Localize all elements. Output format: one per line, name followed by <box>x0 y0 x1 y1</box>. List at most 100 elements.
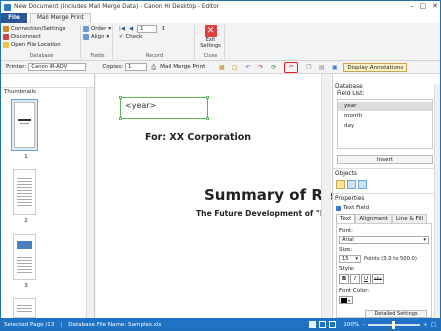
connection-icon <box>3 26 9 32</box>
image-tool-icon[interactable]: □ <box>231 64 238 71</box>
font-color-label: Font Color: <box>339 288 370 294</box>
document-scrollbar[interactable] <box>321 74 331 318</box>
fields-caption: Fields <box>90 53 105 59</box>
close-icon[interactable]: ✕ <box>432 2 438 10</box>
minimize-icon[interactable]: – <box>410 2 414 10</box>
tab-mail-merge-print[interactable]: Mail Merge Print <box>30 13 91 23</box>
exit-settings-button[interactable]: Exit Settings <box>197 37 224 49</box>
zoom-slider[interactable] <box>368 320 421 329</box>
thumbnail-page-4[interactable] <box>13 298 36 318</box>
thumbnail-page-1[interactable] <box>11 99 38 151</box>
printer-select[interactable]: Canon iR-ADV <box>28 63 87 71</box>
first-record-icon[interactable]: |◀ <box>119 26 125 32</box>
image-object-icon[interactable] <box>347 180 356 189</box>
properties-scrollbar[interactable] <box>434 84 440 318</box>
objects-label: Objects <box>335 171 357 177</box>
field-item[interactable]: month <box>338 112 432 122</box>
bold-button[interactable]: B <box>339 274 349 284</box>
zoom-level[interactable]: 100% <box>343 322 359 328</box>
mail-merge-print-button[interactable]: Mail Merge Print <box>160 64 205 70</box>
field-tool-icon[interactable]: ▦ <box>218 64 225 71</box>
thumbnail-page-2[interactable] <box>13 169 36 215</box>
record-number-input[interactable]: 1 <box>137 25 158 33</box>
tab-file[interactable]: File <box>1 13 27 23</box>
title-bar: New Document (Includes Mail Merge Data) … <box>1 1 440 13</box>
check-button[interactable]: Check <box>126 34 143 40</box>
chevron-down-icon: ▾ <box>423 237 426 243</box>
undo-icon[interactable]: ↶ <box>244 64 251 71</box>
app-icon <box>4 3 11 11</box>
resize-handle[interactable] <box>206 96 209 99</box>
copy-icon[interactable]: ❐ <box>305 64 312 71</box>
paste-icon[interactable]: ▤ <box>318 64 325 71</box>
disconnect-button[interactable]: Disconnect <box>3 33 80 41</box>
ribbon: Connection/Settings Disconnect Open File… <box>1 23 440 61</box>
align-button[interactable]: Align ▾ <box>83 33 112 41</box>
page-view-icon[interactable]: ▣ <box>331 64 338 71</box>
print-toolbar: Printer: Canon iR-ADV Copies: 1 ⎙ Mail M… <box>1 61 440 74</box>
resize-handle[interactable] <box>206 117 209 120</box>
field-item[interactable]: day <box>338 122 432 132</box>
resize-handle[interactable] <box>119 96 122 99</box>
group-record: |◀ ◀ 1 ↕ ✔ Check Record <box>115 25 195 59</box>
group-database: Connection/Settings Disconnect Open File… <box>3 25 81 59</box>
database-caption: Database <box>29 53 54 59</box>
window-title: New Document (Includes Mail Merge Data) … <box>14 4 220 10</box>
open-file-location-button[interactable]: Open File Location <box>3 41 80 49</box>
zoom-out-icon[interactable]: – <box>362 322 365 328</box>
printer-icon: ⎙ <box>151 63 156 71</box>
record-spin-icon[interactable]: ↕ <box>161 26 166 32</box>
refresh-icon[interactable]: ⟳ <box>270 64 277 71</box>
italic-button[interactable]: I <box>350 274 360 284</box>
insert-button[interactable]: Insert <box>337 155 433 164</box>
font-color-picker[interactable]: ▾ <box>339 296 353 304</box>
year-field-box[interactable]: <year> <box>119 96 209 120</box>
font-select[interactable]: Arial ▾ <box>339 236 429 244</box>
text-field-object-icon[interactable] <box>336 180 345 189</box>
view-normal-icon[interactable] <box>309 321 317 328</box>
strikethrough-button[interactable]: abc <box>372 274 384 284</box>
maximize-icon[interactable]: □ <box>420 2 427 10</box>
color-swatch <box>341 297 347 303</box>
field-list: year month day <box>337 99 433 149</box>
folder-icon <box>3 42 9 48</box>
text-properties-panel: Font: Arial ▾ Size: 15 ▾ Points (3.0 to 50… <box>336 223 432 318</box>
summary-title: Summary of Rese <box>204 186 332 204</box>
cut-icon[interactable]: ✂ <box>284 61 299 73</box>
resize-handle[interactable] <box>119 117 122 120</box>
barcode-object-icon[interactable] <box>358 180 367 189</box>
prev-record-icon[interactable]: ◀ <box>129 26 133 32</box>
field-list-label: Field List: <box>337 91 365 97</box>
align-icon <box>83 34 89 40</box>
properties-pane: Database Field List: year month day Inse… <box>332 74 440 318</box>
thumbnails-header <box>1 74 94 88</box>
zoom-slider-thumb[interactable] <box>392 320 396 329</box>
view-full-icon[interactable] <box>329 321 337 328</box>
thumbnail-page-3[interactable] <box>13 234 36 280</box>
properties-label: Properties <box>335 196 365 202</box>
style-label: Style: <box>339 266 355 272</box>
application-window: New Document (Includes Mail Merge Data) … <box>0 0 441 331</box>
exit-settings-icon[interactable]: ✕ <box>204 25 217 37</box>
thumbnails-scrollbar[interactable] <box>86 88 94 318</box>
thumbnails-label: Thumbnails <box>4 89 36 95</box>
printer-label: Printer: <box>6 64 27 70</box>
redo-icon[interactable]: ↷ <box>257 64 264 71</box>
display-annotations-button[interactable]: Display Annotations <box>343 62 408 72</box>
copies-input[interactable]: 1 <box>125 63 148 71</box>
fit-page-icon[interactable]: ▢ <box>431 322 436 328</box>
order-button[interactable]: Order ▾ <box>83 25 112 33</box>
order-icon <box>83 26 89 32</box>
objects-toolbar <box>336 180 367 189</box>
connection-settings-button[interactable]: Connection/Settings <box>3 25 80 33</box>
ribbon-tabs: File Mail Merge Print <box>1 13 440 23</box>
thumbnails-pane: Thumbnails 1 2 3 <box>1 74 95 318</box>
detailed-settings-button[interactable]: Detailed Settings <box>365 310 427 318</box>
field-item[interactable]: year <box>338 102 432 111</box>
thumbnail-number: 1 <box>24 154 28 160</box>
underline-button[interactable]: U <box>361 274 371 284</box>
zoom-in-icon[interactable]: + <box>423 322 428 328</box>
view-split-icon[interactable] <box>319 321 327 328</box>
size-select[interactable]: 15 ▾ <box>339 255 361 263</box>
database-section-label: Database <box>335 84 363 90</box>
